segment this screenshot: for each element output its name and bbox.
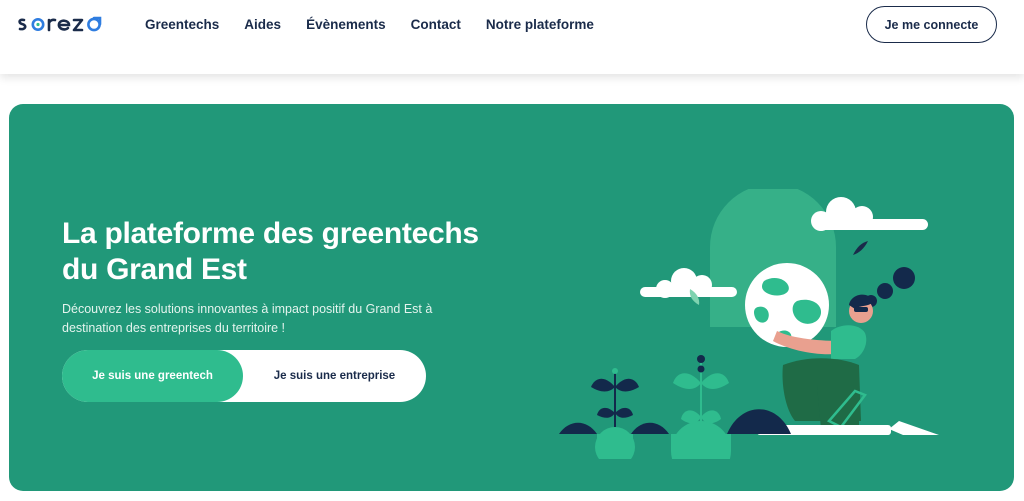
login-button[interactable]: Je me connecte (866, 6, 997, 43)
hero-illustration (559, 189, 939, 459)
hero-banner: La plateforme des greentechs du Grand Es… (9, 104, 1014, 491)
greentech-button[interactable]: Je suis une greentech (62, 350, 243, 402)
main-nav: Greentechs Aides Évènements Contact Notr… (145, 16, 619, 34)
nav-evenements[interactable]: Évènements (306, 16, 386, 34)
hero-title: La plateforme des greentechs du Grand Es… (62, 216, 532, 288)
hero-title-line2: du Grand Est (62, 253, 247, 286)
cloud-icon-right (811, 197, 928, 231)
cta-toggle-group: Je suis une greentech Je suis une entrep… (62, 350, 426, 402)
hero-title-line1: La plateforme des greentechs (62, 217, 479, 250)
leaf-icon (853, 241, 868, 255)
nav-greentechs[interactable]: Greentechs (145, 16, 219, 34)
top-navbar: sorezo Greentechs Aides Évènements Conta… (0, 0, 1024, 74)
nav-notre-plateforme[interactable]: Notre plateforme (486, 16, 594, 34)
hero-subtitle-line2: destination des entreprises du territoir… (62, 321, 286, 335)
entreprise-button[interactable]: Je suis une entreprise (243, 350, 426, 402)
sorezo-logo[interactable]: sorezo (16, 10, 116, 40)
nav-aides[interactable]: Aides (244, 16, 281, 34)
hero-subtitle: Découvrez les solutions innovantes à imp… (62, 300, 482, 338)
nav-contact[interactable]: Contact (411, 16, 461, 34)
hero-subtitle-line1: Découvrez les solutions innovantes à imp… (62, 302, 433, 316)
shoe-icon (889, 421, 939, 435)
